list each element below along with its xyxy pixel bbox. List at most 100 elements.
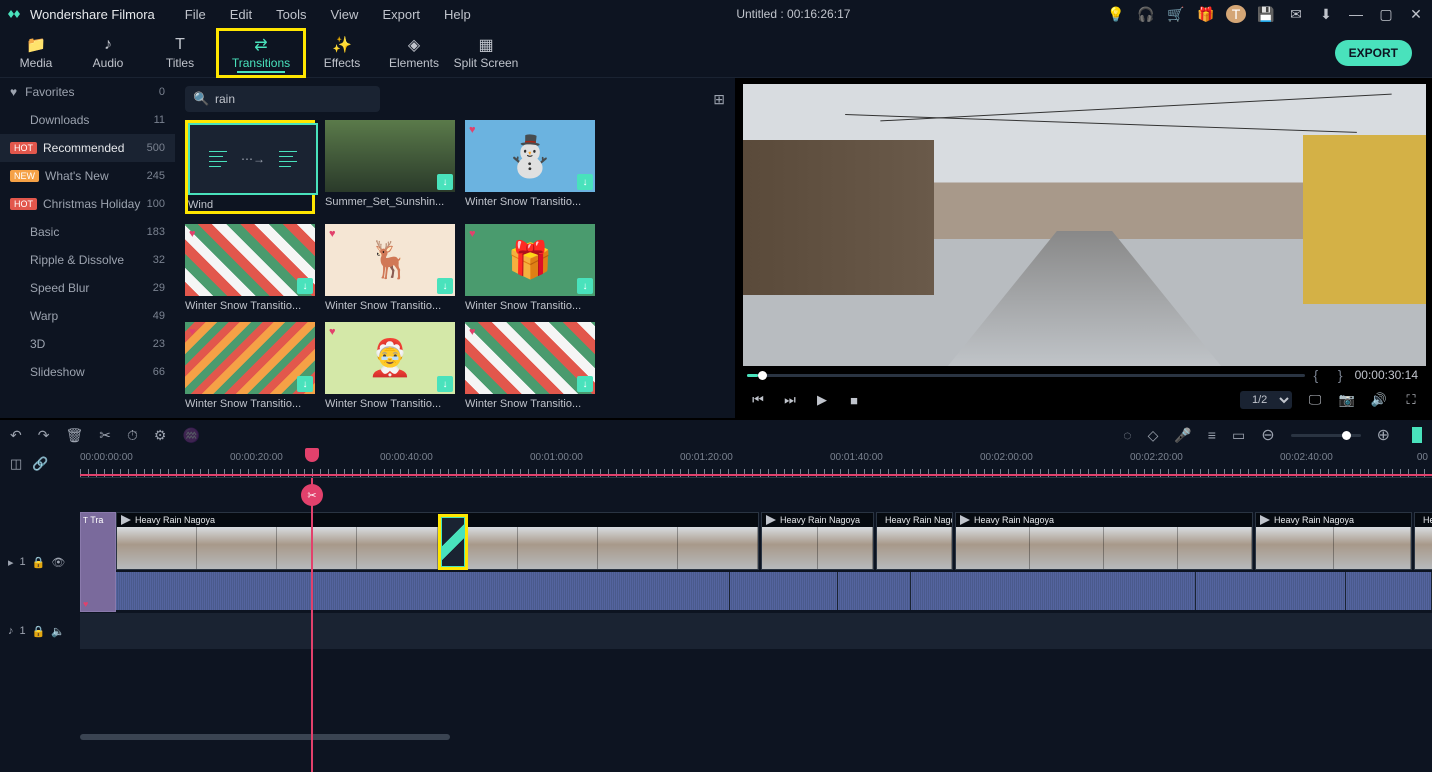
stop-button[interactable]: ■	[845, 393, 863, 408]
thumb-item[interactable]: ♥↓ Winter Snow Transitio...	[185, 322, 315, 410]
video-clip[interactable]: Heavy Rain Nagoya	[955, 512, 1253, 570]
video-clip[interactable]: Heavy Rain Nagoya	[876, 512, 953, 570]
tab-audio[interactable]: ♪Audio	[72, 28, 144, 78]
marker-button[interactable]: ◇	[1148, 427, 1159, 444]
display-icon[interactable]: 🖵	[1306, 392, 1324, 408]
tab-split-screen[interactable]: ▦Split Screen	[450, 28, 522, 78]
sidebar-whats-new[interactable]: NewWhat's New245	[0, 162, 175, 190]
mute-icon[interactable]: 🔈	[51, 625, 65, 638]
tab-elements[interactable]: ◈Elements	[378, 28, 450, 78]
eye-icon[interactable]: 👁	[51, 556, 65, 569]
video-clip[interactable]: Heavy Rain Nagoya	[761, 512, 874, 570]
sidebar-ripple[interactable]: Ripple & Dissolve32	[0, 246, 175, 274]
zoom-fit-button[interactable]	[1412, 427, 1422, 443]
download-icon[interactable]: ↓	[437, 278, 453, 294]
preview-progress-slider[interactable]	[747, 374, 1305, 377]
mixer-button[interactable]: ≡	[1208, 427, 1216, 443]
download-icon[interactable]: ↓	[437, 174, 453, 190]
zoom-slider[interactable]	[1291, 434, 1361, 437]
volume-icon[interactable]: 🔊	[1370, 392, 1388, 408]
download-icon[interactable]: ↓	[577, 376, 593, 392]
lock-icon[interactable]: 🔒	[32, 625, 46, 638]
user-avatar[interactable]: T	[1226, 5, 1246, 23]
thumb-item[interactable]: ↓ Summer_Set_Sunshin...	[325, 120, 455, 214]
fullscreen-icon[interactable]: ⛶	[1402, 392, 1420, 408]
render-button[interactable]: ◌	[1123, 427, 1131, 443]
redo-button[interactable]: ↷	[38, 427, 50, 444]
keyframe-button[interactable]: ▭	[1232, 427, 1245, 444]
mail-icon[interactable]: ✉	[1286, 6, 1306, 23]
zoom-out-button[interactable]: ⊖	[1261, 425, 1274, 445]
snapshot-icon[interactable]: 📷	[1338, 392, 1356, 408]
audio-vis-button[interactable]: ♒	[182, 427, 199, 444]
preview-page-select[interactable]: 1/2	[1240, 391, 1292, 409]
search-input[interactable]	[185, 86, 380, 112]
scrollbar-thumb[interactable]	[80, 734, 450, 740]
step-back-button[interactable]: ⏮	[749, 392, 767, 408]
undo-button[interactable]: ↶	[10, 427, 22, 444]
export-button[interactable]: EXPORT	[1335, 40, 1412, 66]
thumb-item[interactable]: ♥↓ Winter Snow Transitio...	[325, 322, 455, 410]
sidebar-slideshow[interactable]: Slideshow66	[0, 358, 175, 386]
tab-media[interactable]: 📁Media	[0, 28, 72, 78]
link-icon[interactable]: 🔗	[32, 456, 48, 472]
step-forward-button[interactable]: ⏭	[781, 392, 799, 408]
gift-icon[interactable]: 🎁	[1196, 6, 1216, 23]
text-clip[interactable]: T Tra ♥	[80, 512, 116, 612]
menu-view[interactable]: View	[320, 5, 368, 24]
speed-button[interactable]: ⏱	[127, 427, 138, 444]
playhead-handle[interactable]	[305, 448, 319, 462]
sidebar-3d[interactable]: 3D23	[0, 330, 175, 358]
audio-waveform[interactable]	[116, 572, 1432, 610]
view-toggle-icon[interactable]: ⊞	[713, 91, 725, 108]
sidebar-warp[interactable]: Warp49	[0, 302, 175, 330]
play-button[interactable]: ▶	[813, 392, 831, 408]
sidebar-recommended[interactable]: HOTRecommended500	[0, 134, 175, 162]
video-clip[interactable]: Heavy Rain Nagoya	[1414, 512, 1432, 570]
cart-icon[interactable]: 🛒	[1166, 6, 1186, 23]
voiceover-button[interactable]: 🎤	[1174, 427, 1191, 444]
sidebar-speed-blur[interactable]: Speed Blur29	[0, 274, 175, 302]
menu-export[interactable]: Export	[372, 5, 430, 24]
sidebar-basic[interactable]: Basic183	[0, 218, 175, 246]
download-icon[interactable]: ⬇	[1316, 6, 1336, 23]
tab-transitions[interactable]: ⇄Transitions	[216, 28, 306, 78]
timeline-ruler[interactable]: 00:00:00:00 00:00:20:00 00:00:40:00 00:0…	[80, 450, 1432, 478]
maximize-button[interactable]: ▢	[1376, 6, 1396, 23]
thumb-item-wind[interactable]: ⋯→ Wind	[185, 120, 315, 214]
download-icon[interactable]: ↓	[297, 278, 313, 294]
download-icon[interactable]: ↓	[577, 174, 593, 190]
mark-in-out-icon[interactable]: { }	[1313, 367, 1346, 383]
zoom-in-button[interactable]: ⊕	[1377, 425, 1390, 445]
transition-marker[interactable]	[438, 514, 468, 570]
menu-edit[interactable]: Edit	[220, 5, 262, 24]
menu-help[interactable]: Help	[434, 5, 481, 24]
adjust-button[interactable]: ⚙	[154, 427, 167, 444]
sidebar-downloads[interactable]: Downloads11	[0, 106, 175, 134]
sidebar-favorites[interactable]: ♥Favorites0	[0, 78, 175, 106]
playhead-line[interactable]	[311, 478, 313, 772]
thumb-item[interactable]: ♥↓ Winter Snow Transitio...	[465, 322, 595, 410]
menu-file[interactable]: File	[175, 5, 216, 24]
lightbulb-icon[interactable]: 💡	[1106, 6, 1126, 23]
video-clip[interactable]: Heavy Rain Nagoya	[1255, 512, 1412, 570]
split-scissors-button[interactable]: ✂	[301, 484, 323, 506]
lock-icon[interactable]: 🔒	[32, 556, 46, 569]
thumb-item[interactable]: ♥↓ Winter Snow Transitio...	[185, 224, 315, 312]
delete-button[interactable]: 🗑	[65, 427, 83, 444]
download-icon[interactable]: ↓	[437, 376, 453, 392]
audio-track-body[interactable]	[80, 613, 1432, 649]
preview-viewport[interactable]	[743, 84, 1426, 366]
minimize-button[interactable]: —	[1346, 6, 1366, 22]
thumb-item[interactable]: ♥↓ Winter Snow Transitio...	[325, 224, 455, 312]
cut-button[interactable]: ✂	[99, 427, 111, 444]
sidebar-christmas[interactable]: HOTChristmas Holiday100	[0, 190, 175, 218]
thumb-item[interactable]: ♥↓ Winter Snow Transitio...	[465, 224, 595, 312]
close-button[interactable]: ✕	[1406, 6, 1426, 23]
track-manager-icon[interactable]: ◫	[10, 456, 22, 472]
video-track-body[interactable]: T Tra ♥ Heavy Rain Nagoya Heavy Rain Nag…	[80, 512, 1432, 612]
save-icon[interactable]: 💾	[1256, 6, 1276, 23]
thumb-item[interactable]: ♥↓ Winter Snow Transitio...	[465, 120, 595, 214]
tab-effects[interactable]: ✨Effects	[306, 28, 378, 78]
menu-tools[interactable]: Tools	[266, 5, 316, 24]
